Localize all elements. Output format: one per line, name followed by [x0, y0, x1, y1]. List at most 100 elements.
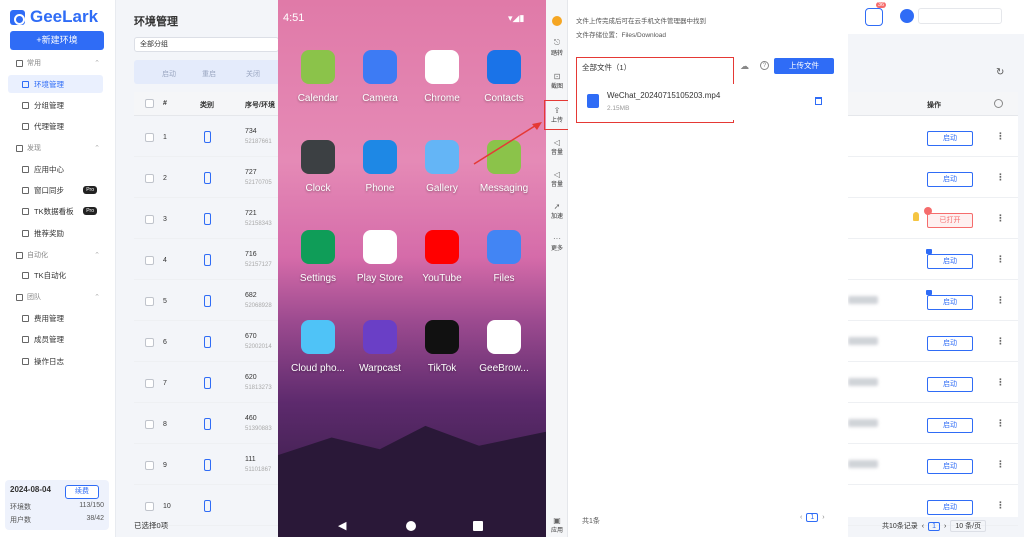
- home-icon[interactable]: [406, 521, 416, 531]
- sidebar-item-tk-automation[interactable]: TK自动化: [8, 266, 103, 284]
- page-number[interactable]: 1: [806, 513, 819, 522]
- start-button[interactable]: 启动: [927, 377, 973, 392]
- chart-icon: [22, 207, 29, 215]
- row-checkbox[interactable]: [145, 174, 154, 183]
- refresh-icon[interactable]: ↻: [996, 67, 1004, 78]
- more-options-icon[interactable]: ⋮: [996, 377, 1005, 388]
- start-all-button[interactable]: 启动: [162, 69, 176, 79]
- file-row[interactable]: [581, 84, 831, 120]
- col-type: 类别: [200, 102, 214, 109]
- group-select[interactable]: 全部分组: [134, 37, 279, 52]
- cloud-icon[interactable]: ☁: [740, 61, 749, 72]
- more-options-icon[interactable]: ⋮: [996, 172, 1005, 183]
- sidebar-item-window-sync[interactable]: 窗口同步 Pro: [8, 181, 103, 199]
- sidebar-item-billing[interactable]: 费用管理: [8, 309, 103, 327]
- row-checkbox[interactable]: [145, 461, 154, 470]
- sidebar-item-app-center[interactable]: 应用中心: [8, 160, 103, 178]
- next-page-icon[interactable]: ›: [822, 514, 824, 521]
- row-checkbox[interactable]: [145, 379, 154, 388]
- app-cloud-pho[interactable]: Cloud pho...: [290, 320, 346, 374]
- app-phone[interactable]: Phone: [352, 140, 408, 194]
- settings-gear-icon[interactable]: [994, 99, 1003, 108]
- start-button[interactable]: 启动: [927, 254, 973, 269]
- more-options-icon[interactable]: ⋮: [996, 459, 1005, 470]
- nav-section-automation[interactable]: 自动化 ⌃: [16, 250, 100, 260]
- prev-page-icon[interactable]: ‹: [922, 523, 924, 530]
- tool-redirect[interactable]: ⎋ 踏转: [546, 38, 568, 57]
- row-checkbox[interactable]: [145, 133, 154, 142]
- more-options-icon[interactable]: ⋮: [996, 336, 1005, 347]
- row-checkbox[interactable]: [145, 502, 154, 511]
- app-geebrow[interactable]: GeeBrow...: [476, 320, 532, 374]
- more-options-icon[interactable]: ⋮: [996, 500, 1005, 511]
- app-warpcast[interactable]: Warpcast: [352, 320, 408, 374]
- sidebar-item-logs[interactable]: 操作日志: [8, 352, 103, 370]
- sidebar-item-tk-dashboard[interactable]: TK数据看板 Pro: [8, 202, 103, 220]
- col-serial: 序号/环境: [245, 102, 275, 109]
- sidebar-item-group-management[interactable]: 分组管理: [8, 96, 103, 114]
- app-play-store[interactable]: Play Store: [352, 230, 408, 284]
- nav-section-team[interactable]: 团队 ⌃: [16, 292, 100, 302]
- sidebar-item-referral[interactable]: 推荐奖励: [8, 224, 103, 242]
- app-tiktok[interactable]: TikTok: [414, 320, 470, 374]
- restart-all-button[interactable]: 重启: [202, 69, 216, 79]
- geelark-logo-icon: [10, 9, 25, 25]
- tool-more[interactable]: ··· 更多: [546, 234, 568, 252]
- tool-volume-up[interactable]: ◁ 音量: [546, 138, 568, 156]
- start-button[interactable]: 启动: [927, 459, 973, 474]
- row-divider: [134, 197, 284, 198]
- app-chrome[interactable]: Chrome: [414, 50, 470, 104]
- help-icon[interactable]: ?: [760, 61, 769, 70]
- app-camera[interactable]: Camera: [352, 50, 408, 104]
- sidebar-item-env-management[interactable]: 环境管理: [8, 75, 103, 93]
- app-clock[interactable]: Clock: [290, 140, 346, 194]
- nav-section-discover[interactable]: 发现 ⌃: [16, 143, 100, 153]
- tool-volume-down[interactable]: ◁ 音量: [546, 170, 568, 188]
- row-checkbox[interactable]: [145, 215, 154, 224]
- more-options-icon[interactable]: ⋮: [996, 295, 1005, 306]
- avatar[interactable]: [900, 9, 914, 23]
- more-options-icon[interactable]: ⋮: [996, 213, 1005, 224]
- start-button[interactable]: 启动: [927, 172, 973, 187]
- start-button[interactable]: 启动: [927, 500, 973, 515]
- more-options-icon[interactable]: ⋮: [996, 131, 1005, 142]
- notification-bell-icon[interactable]: [865, 8, 883, 26]
- recents-icon[interactable]: [473, 521, 483, 531]
- app-youtube[interactable]: YouTube: [414, 230, 470, 284]
- new-environment-button[interactable]: +新建环境: [10, 31, 104, 50]
- delete-icon[interactable]: [815, 97, 822, 105]
- user-menu[interactable]: [918, 8, 1002, 24]
- logo[interactable]: GeeLark: [10, 7, 110, 26]
- row-checkbox[interactable]: [145, 256, 154, 265]
- next-page-icon[interactable]: ›: [944, 523, 946, 530]
- prev-page-icon[interactable]: ‹: [800, 514, 802, 521]
- stop-all-button[interactable]: 关闭: [246, 69, 260, 79]
- select-all-checkbox[interactable]: [145, 99, 154, 108]
- sidebar-item-proxy-management[interactable]: 代理管理: [8, 117, 103, 135]
- start-button[interactable]: 启动: [927, 336, 973, 351]
- row-checkbox[interactable]: [145, 420, 154, 429]
- app-settings[interactable]: Settings: [290, 230, 346, 284]
- page-size-select[interactable]: 10 条/页: [950, 520, 987, 532]
- start-button[interactable]: 启动: [927, 131, 973, 146]
- tool-screenshot[interactable]: ⊡ 截图: [546, 72, 568, 90]
- tool-apps[interactable]: ▣ 应用: [546, 516, 568, 534]
- more-options-icon[interactable]: ⋮: [996, 254, 1005, 265]
- back-icon[interactable]: ◀: [338, 519, 346, 532]
- app-files[interactable]: Files: [476, 230, 532, 284]
- more-options-icon[interactable]: ⋮: [996, 418, 1005, 429]
- renew-button[interactable]: 续费: [65, 485, 99, 499]
- app-contacts[interactable]: Contacts: [476, 50, 532, 104]
- nav-section-common[interactable]: 常用 ⌃: [16, 58, 100, 68]
- row-checkbox[interactable]: [145, 338, 154, 347]
- app-gallery[interactable]: Gallery: [414, 140, 470, 194]
- tool-accelerate[interactable]: ➚ 加速: [546, 202, 568, 220]
- start-button[interactable]: 启动: [927, 295, 973, 310]
- page-number[interactable]: 1: [928, 521, 941, 531]
- opened-button[interactable]: 已打开: [927, 213, 973, 228]
- upload-file-button[interactable]: 上传文件: [774, 58, 834, 74]
- row-checkbox[interactable]: [145, 297, 154, 306]
- app-calendar[interactable]: Calendar: [290, 50, 346, 104]
- sidebar-item-members[interactable]: 成员管理: [8, 330, 103, 348]
- start-button[interactable]: 启动: [927, 418, 973, 433]
